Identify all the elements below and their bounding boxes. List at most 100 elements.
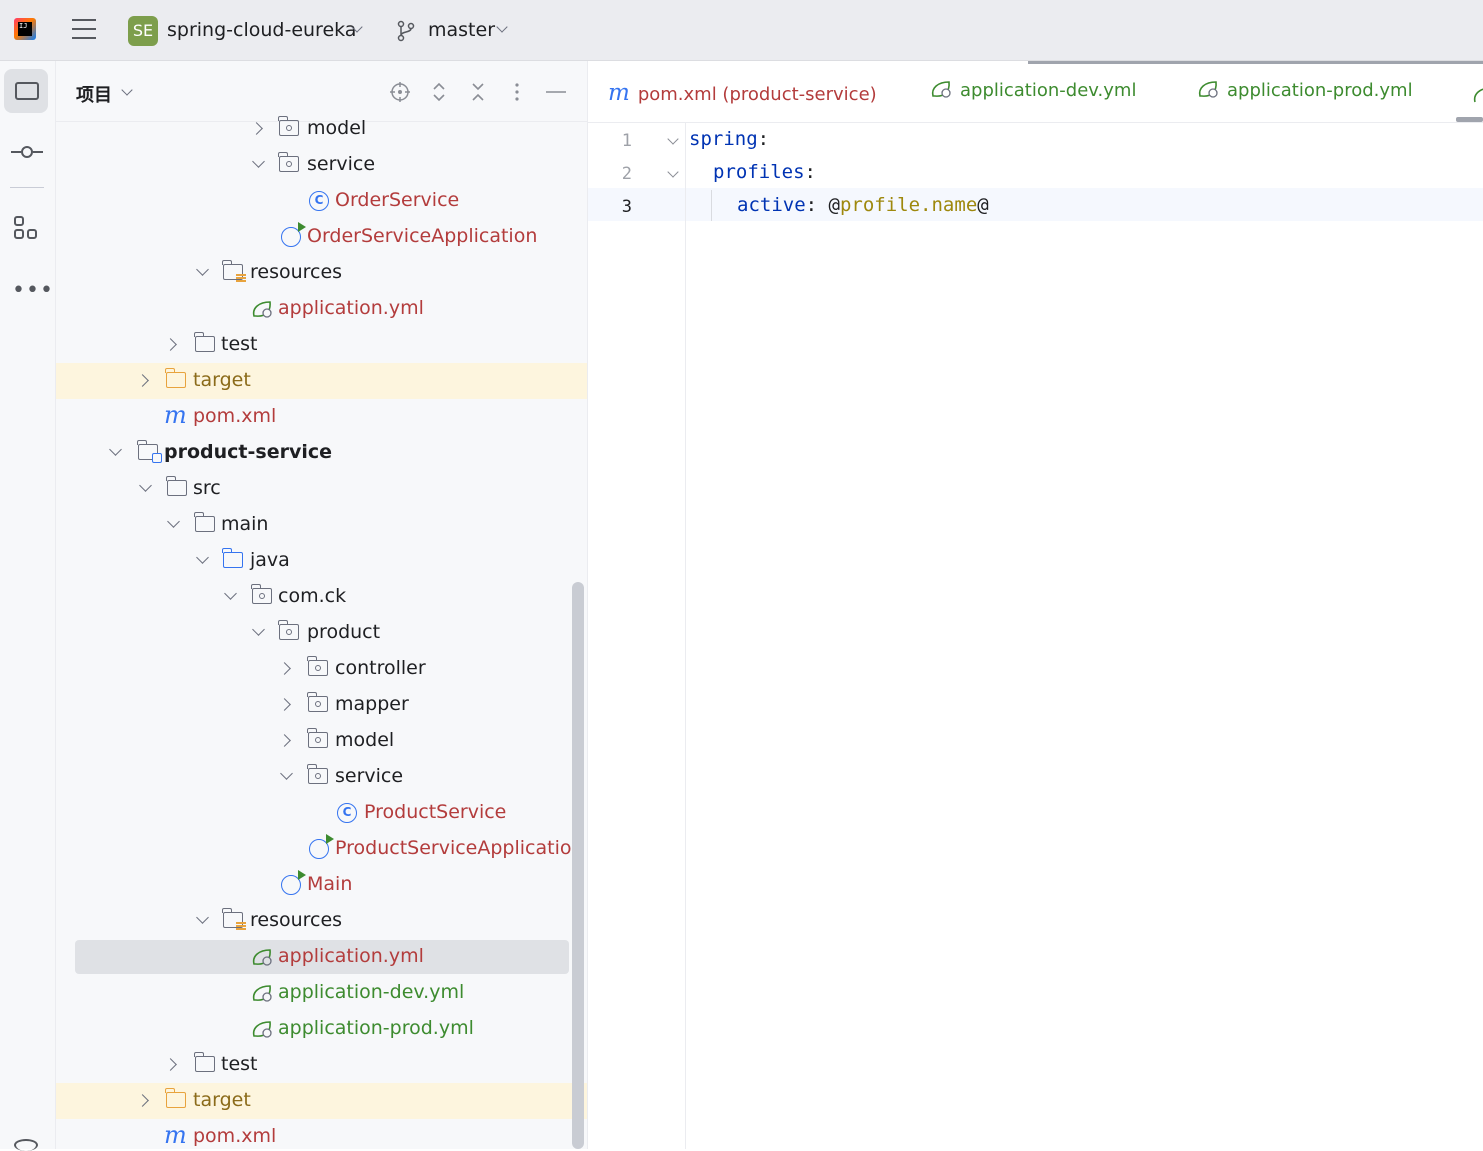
tabs-scrollbar[interactable] bbox=[1456, 117, 1483, 122]
line-number: 3 bbox=[621, 197, 632, 217]
database-icon[interactable] bbox=[14, 1139, 38, 1151]
more-tools-icon[interactable]: ••• bbox=[12, 278, 54, 303]
tree-node[interactable]: C ProductService bbox=[56, 795, 571, 831]
editor-tab-active[interactable]: application-prod.yml bbox=[1197, 80, 1413, 101]
package-icon bbox=[307, 728, 328, 748]
locate-file-icon[interactable] bbox=[389, 81, 411, 103]
yaml-key: spring bbox=[689, 128, 758, 150]
branch-switcher[interactable]: master bbox=[428, 19, 495, 41]
project-tool-button[interactable] bbox=[4, 69, 48, 113]
tree-node[interactable]: service bbox=[56, 759, 571, 795]
tree-node[interactable]: m pom.xml bbox=[56, 399, 571, 435]
chevron-right-icon[interactable] bbox=[164, 338, 177, 351]
project-badge[interactable]: SE bbox=[128, 16, 158, 46]
tree-node[interactable]: test bbox=[56, 327, 571, 363]
chevron-right-icon[interactable] bbox=[278, 662, 291, 675]
tree-node[interactable]: model bbox=[56, 723, 571, 759]
chevron-down-icon[interactable] bbox=[139, 479, 152, 492]
chevron-down-icon[interactable] bbox=[167, 515, 180, 528]
editor-tab-label: application-dev.yml bbox=[960, 80, 1137, 101]
main-menu-icon[interactable] bbox=[72, 19, 96, 41]
fold-chevron-icon[interactable] bbox=[667, 133, 679, 145]
expand-all-icon[interactable] bbox=[428, 81, 450, 103]
code-line[interactable]: profiles: bbox=[713, 161, 816, 183]
project-tree-scrollbar[interactable] bbox=[572, 582, 584, 1149]
folder-icon bbox=[15, 82, 39, 100]
tree-node[interactable]: resources bbox=[56, 903, 571, 939]
git-branch-icon[interactable] bbox=[397, 20, 415, 42]
chevron-right-icon[interactable] bbox=[250, 122, 263, 135]
tree-node[interactable]: resources bbox=[56, 255, 571, 291]
intellij-logo-icon[interactable]: IJ bbox=[14, 18, 36, 40]
tree-node[interactable]: application-dev.yml bbox=[56, 975, 571, 1011]
tree-node[interactable]: Main bbox=[56, 867, 571, 903]
tree-node-label: application-dev.yml bbox=[278, 981, 465, 1003]
tree-node[interactable]: OrderServiceApplication bbox=[56, 219, 571, 255]
chevron-down-icon[interactable] bbox=[196, 551, 209, 564]
chevron-right-icon[interactable] bbox=[164, 1058, 177, 1071]
tree-node-label: model bbox=[307, 117, 367, 139]
tree-node[interactable]: application.yml bbox=[56, 291, 571, 327]
tree-node[interactable]: src bbox=[56, 471, 571, 507]
tree-node[interactable]: ProductServiceApplication bbox=[56, 831, 584, 867]
chevron-down-icon[interactable] bbox=[252, 623, 265, 636]
chevron-right-icon[interactable] bbox=[136, 374, 149, 387]
tree-node-selected[interactable]: application.yml bbox=[56, 939, 571, 975]
tree-node-label: model bbox=[335, 729, 395, 751]
editor-tab[interactable]: application-dev.yml bbox=[930, 80, 1136, 101]
chevron-down-icon[interactable] bbox=[109, 443, 122, 456]
commit-icon[interactable] bbox=[11, 143, 43, 161]
chevron-down-icon[interactable] bbox=[496, 21, 508, 33]
yaml-colon: : bbox=[804, 161, 816, 183]
tree-node[interactable]: target bbox=[56, 1083, 587, 1119]
chevron-right-icon[interactable] bbox=[278, 734, 291, 747]
template-delimiter: @ bbox=[828, 194, 840, 216]
chevron-down-icon[interactable] bbox=[196, 911, 209, 924]
code-line[interactable]: spring: bbox=[689, 128, 769, 150]
toolstrip-divider bbox=[10, 187, 44, 188]
tree-node[interactable]: test bbox=[56, 1047, 571, 1083]
fold-chevron-icon[interactable] bbox=[667, 166, 679, 178]
tree-node[interactable]: target bbox=[56, 363, 587, 399]
tree-node[interactable]: product-service bbox=[56, 435, 571, 471]
spring-config-icon[interactable] bbox=[1472, 86, 1483, 104]
tree-node[interactable]: application-prod.yml bbox=[56, 1011, 571, 1047]
collapse-all-icon[interactable] bbox=[467, 81, 489, 103]
chevron-down-icon[interactable] bbox=[280, 767, 293, 780]
tree-node[interactable]: service bbox=[56, 147, 571, 183]
application-class-icon bbox=[281, 870, 306, 895]
source-folder-icon bbox=[222, 548, 243, 568]
excluded-folder-icon bbox=[165, 368, 186, 388]
tree-node[interactable]: com.ck bbox=[56, 579, 571, 615]
chevron-down-icon[interactable] bbox=[196, 263, 209, 276]
tree-node-label: java bbox=[250, 549, 290, 571]
chevron-down-icon[interactable] bbox=[121, 84, 133, 96]
project-panel-title[interactable]: 项目 bbox=[76, 81, 112, 107]
yaml-colon: : bbox=[757, 128, 770, 150]
tree-node[interactable]: model bbox=[56, 111, 571, 147]
tree-node-label: main bbox=[221, 513, 269, 535]
tree-node[interactable]: m pom.xml bbox=[56, 1119, 571, 1149]
tree-node-label: pom.xml bbox=[193, 405, 277, 427]
tree-node[interactable]: product bbox=[56, 615, 571, 651]
tree-node[interactable]: main bbox=[56, 507, 571, 543]
tree-node-label: mapper bbox=[335, 693, 409, 715]
editor-tab[interactable]: m pom.xml (product-service) bbox=[608, 80, 877, 106]
tree-node[interactable]: java bbox=[56, 543, 571, 579]
tree-node[interactable]: C OrderService bbox=[56, 183, 571, 219]
chevron-down-icon[interactable] bbox=[224, 587, 237, 600]
code-line[interactable]: active: @profile.name@ bbox=[737, 194, 989, 216]
indent-guide bbox=[711, 190, 712, 221]
tree-node-label: application.yml bbox=[278, 945, 424, 967]
options-menu-icon[interactable] bbox=[506, 81, 528, 103]
chevron-down-icon[interactable] bbox=[252, 155, 265, 168]
project-switcher[interactable]: spring-cloud-eureka bbox=[167, 19, 356, 41]
chevron-right-icon[interactable] bbox=[278, 698, 291, 711]
tree-node[interactable]: mapper bbox=[56, 687, 571, 723]
hide-panel-icon[interactable] bbox=[545, 81, 567, 103]
class-icon: C bbox=[309, 191, 329, 211]
structure-icon[interactable] bbox=[13, 215, 39, 241]
tree-node-label: ProductService bbox=[364, 801, 507, 823]
tree-node[interactable]: controller bbox=[56, 651, 571, 687]
chevron-right-icon[interactable] bbox=[136, 1094, 149, 1107]
